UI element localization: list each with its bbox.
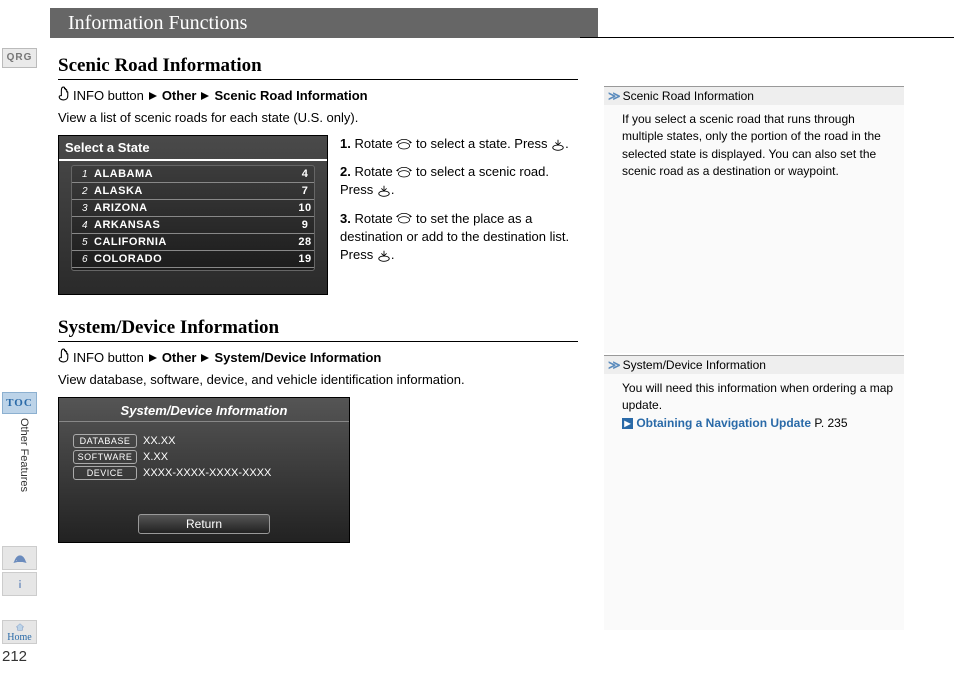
side1-head: ≫Scenic Road Information	[604, 86, 904, 105]
tab-qrg[interactable]: QRG	[2, 48, 37, 68]
chapter-banner: Information Functions	[50, 8, 598, 38]
sysdev-row: DEVICEXXXX-XXXX-XXXX-XXXX	[73, 466, 335, 480]
tab-voice-icon[interactable]	[2, 546, 37, 570]
press-icon	[377, 181, 391, 199]
side2-link[interactable]: Obtaining a Navigation Update	[636, 416, 811, 430]
step-text: to select a state. Press	[416, 136, 548, 151]
section2: System/Device Information INFO button Ot…	[58, 317, 578, 543]
section2-title: System/Device Information	[58, 317, 578, 342]
state-row: 1ALABAMA4	[72, 168, 314, 180]
page-number: 212	[2, 648, 27, 665]
step-3: 3. Rotate to set the place as a destinat…	[340, 210, 578, 265]
section1-intro: View a list of scenic roads for each sta…	[58, 110, 578, 125]
section1-breadcrumb: INFO button Other Scenic Road Informatio…	[58, 86, 578, 104]
main-column: Scenic Road Information INFO button Othe…	[58, 55, 578, 543]
state-row: 5CALIFORNIA28	[72, 236, 314, 248]
arrow-icon	[200, 350, 210, 365]
finger-icon	[58, 348, 69, 366]
step-text: .	[565, 136, 569, 151]
screen-title: System/Device Information	[59, 398, 349, 422]
step-text: Rotate	[354, 211, 392, 226]
return-button: Return	[138, 514, 270, 534]
section1-steps: 1. Rotate to select a state. Press . 2. …	[340, 135, 578, 295]
side1-body: If you select a scenic road that runs th…	[604, 105, 904, 353]
step-text: Rotate	[354, 164, 392, 179]
right-column: ≫Scenic Road Information If you select a…	[604, 86, 904, 630]
tab-info-icon[interactable]	[2, 572, 37, 596]
section2-breadcrumb: INFO button Other System/Device Informat…	[58, 348, 578, 366]
dial-icon	[396, 210, 412, 228]
finger-icon	[58, 86, 69, 104]
state-list: 1ALABAMA4 2ALASKA7 3ARIZONA10 4ARKANSAS9 5CA…	[59, 161, 327, 275]
sysdev-rows: DATABASEXX.XX SOFTWAREX.XX DEVICEXXXX-XXXX…	[59, 422, 349, 508]
step-text: .	[391, 247, 395, 262]
page: Information Functions QRG TOC Other Feat…	[0, 0, 954, 674]
note-group-icon: ≫	[608, 358, 621, 372]
banner-rule	[580, 37, 954, 38]
arrow-icon	[200, 88, 210, 103]
press-icon	[377, 246, 391, 264]
state-row: 4ARKANSAS9	[72, 219, 314, 231]
press-icon	[551, 135, 565, 153]
step-1: 1. Rotate to select a state. Press .	[340, 135, 578, 153]
crumb-info: INFO button	[73, 350, 144, 365]
sysdev-row: DATABASEXX.XX	[73, 434, 335, 448]
crumb-other: Other	[162, 88, 197, 103]
tab-home[interactable]: Home	[2, 620, 37, 644]
home-icon	[13, 622, 27, 632]
state-row: 6COLORADO19	[72, 253, 314, 265]
info-icon	[12, 576, 28, 592]
step-2: 2. Rotate to select a scenic road. Press…	[340, 163, 578, 199]
link-arrow-icon: ▶	[622, 418, 633, 429]
tab-home-label: Home	[7, 632, 31, 643]
arrow-icon	[148, 88, 158, 103]
crumb-target: Scenic Road Information	[214, 88, 367, 103]
arrow-icon	[148, 350, 158, 365]
sysdev-row: SOFTWAREX.XX	[73, 450, 335, 464]
section1-screenshot: Select a State 1ALABAMA4 2ALASKA7 3ARIZONA…	[58, 135, 328, 295]
sysdev-screen: System/Device Information DATABASEXX.XX S…	[58, 397, 350, 543]
side2-link-page: P. 235	[814, 416, 847, 430]
tab-other-features[interactable]: Other Features	[18, 418, 30, 492]
step-text: .	[391, 182, 395, 197]
state-row: 2ALASKA7	[72, 185, 314, 197]
state-row: 3ARIZONA10	[72, 202, 314, 214]
step-text: Rotate	[354, 136, 392, 151]
crumb-other: Other	[162, 350, 197, 365]
side2-head: ≫System/Device Information	[604, 355, 904, 374]
state-list-screen: Select a State 1ALABAMA4 2ALASKA7 3ARIZONA…	[58, 135, 328, 295]
side2-head-text: System/Device Information	[623, 358, 766, 372]
section2-intro: View database, software, device, and veh…	[58, 372, 578, 387]
side2-body: You will need this information when orde…	[604, 374, 904, 630]
crumb-info: INFO button	[73, 88, 144, 103]
dial-icon	[396, 135, 412, 153]
dial-icon	[396, 163, 412, 181]
crumb-target: System/Device Information	[214, 350, 381, 365]
screen-title: Select a State	[59, 136, 327, 161]
voice-icon	[12, 550, 28, 566]
section1-row: Select a State 1ALABAMA4 2ALASKA7 3ARIZONA…	[58, 135, 578, 295]
section1-title: Scenic Road Information	[58, 55, 578, 80]
side1-head-text: Scenic Road Information	[623, 89, 754, 103]
tab-toc[interactable]: TOC	[2, 392, 37, 414]
note-group-icon: ≫	[608, 89, 621, 103]
side2-text1: You will need this information when orde…	[622, 381, 893, 412]
